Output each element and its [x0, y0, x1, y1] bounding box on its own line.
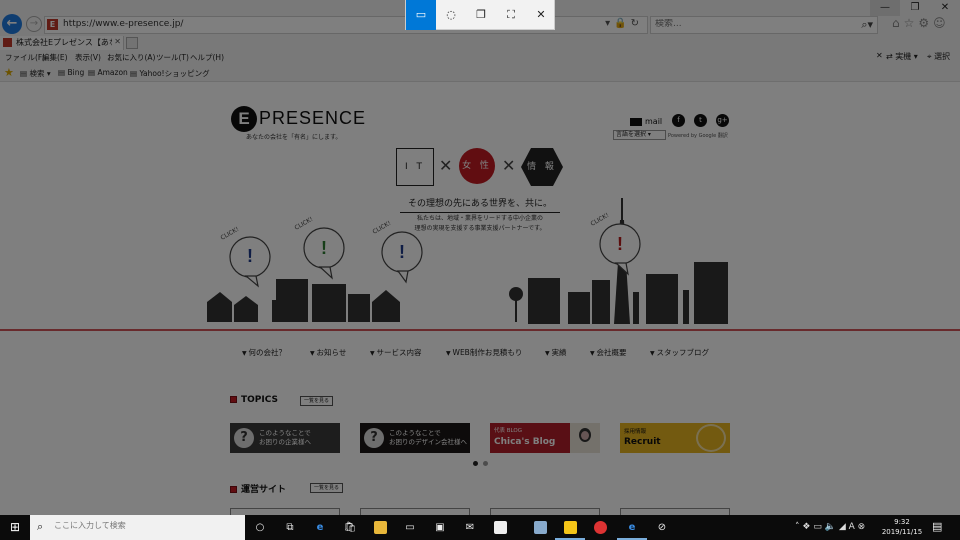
dropbox-icon[interactable]: ❖: [802, 522, 810, 532]
chevron-up-icon[interactable]: ˄: [795, 522, 800, 532]
clock-date: 2019/11/15: [881, 528, 923, 536]
internet-explorer-icon[interactable]: e: [617, 515, 647, 540]
snip-toolbar: ▭ ◌ ❐ ⛶ ✕: [405, 0, 555, 30]
taskbar: ⊞ ⌕ ○ ⧉ e 🛍 ▭ ▣ ✉ e ⊘ ˄ ❖ ▭ 🔈 ◢ A ⊗ 9:32…: [0, 515, 960, 540]
app-icon[interactable]: [525, 515, 555, 540]
fullscreen-snip-icon: ⛶: [507, 8, 515, 21]
snip-dim-overlay[interactable]: [0, 0, 960, 515]
edge-icon[interactable]: e: [305, 515, 335, 540]
start-button[interactable]: ⊞: [0, 515, 30, 540]
rectangular-snip-button[interactable]: ▭: [406, 0, 436, 30]
file-explorer-icon[interactable]: [365, 515, 395, 540]
battery-icon[interactable]: ▭: [813, 522, 822, 532]
mute-icon[interactable]: ⊗: [858, 522, 866, 532]
freeform-snip-icon: ◌: [446, 8, 456, 21]
sticky-shape: [563, 520, 577, 534]
volume-icon[interactable]: 🔈: [825, 522, 836, 532]
system-clock[interactable]: 9:32 2019/11/15: [880, 517, 924, 537]
folder-shape: [373, 520, 387, 534]
fullscreen-snip-button[interactable]: ⛶: [496, 0, 526, 30]
window-snip-button[interactable]: ❐: [466, 0, 496, 30]
snip-sketch-icon[interactable]: [485, 515, 515, 540]
mail-app-icon[interactable]: ✉: [455, 515, 485, 540]
app-icon[interactable]: ⊘: [647, 515, 677, 540]
rectangle-snip-icon: ▭: [415, 8, 427, 21]
media-app-icon[interactable]: ▭: [395, 515, 425, 540]
task-view-icon[interactable]: ⧉: [275, 515, 305, 540]
taskbar-search[interactable]: ⌕: [30, 515, 245, 540]
photos-icon[interactable]: ▣: [425, 515, 455, 540]
notification-icon[interactable]: ▤: [932, 520, 942, 533]
snip-app-shape: [493, 520, 507, 534]
search-icon: ⌕: [37, 520, 44, 533]
clock-time: 9:32: [894, 518, 910, 526]
taskbar-search-input[interactable]: [54, 521, 239, 530]
freeform-snip-button[interactable]: ◌: [436, 0, 466, 30]
close-icon: ✕: [536, 8, 546, 21]
window-snip-icon: ❐: [476, 8, 486, 21]
app-shape: [533, 520, 547, 534]
close-snip-button[interactable]: ✕: [526, 0, 556, 30]
chrome-icon[interactable]: [585, 515, 615, 540]
sticky-notes-icon[interactable]: [555, 515, 585, 540]
chrome-shape: [593, 520, 607, 534]
ime-icon[interactable]: A: [849, 522, 855, 532]
windows-logo-icon: ⊞: [9, 520, 21, 534]
network-icon[interactable]: ◢: [839, 522, 846, 532]
store-icon[interactable]: 🛍: [335, 515, 365, 540]
cortana-icon[interactable]: ○: [245, 515, 275, 540]
tray-icons: ˄ ❖ ▭ 🔈 ◢ A ⊗: [795, 515, 865, 540]
